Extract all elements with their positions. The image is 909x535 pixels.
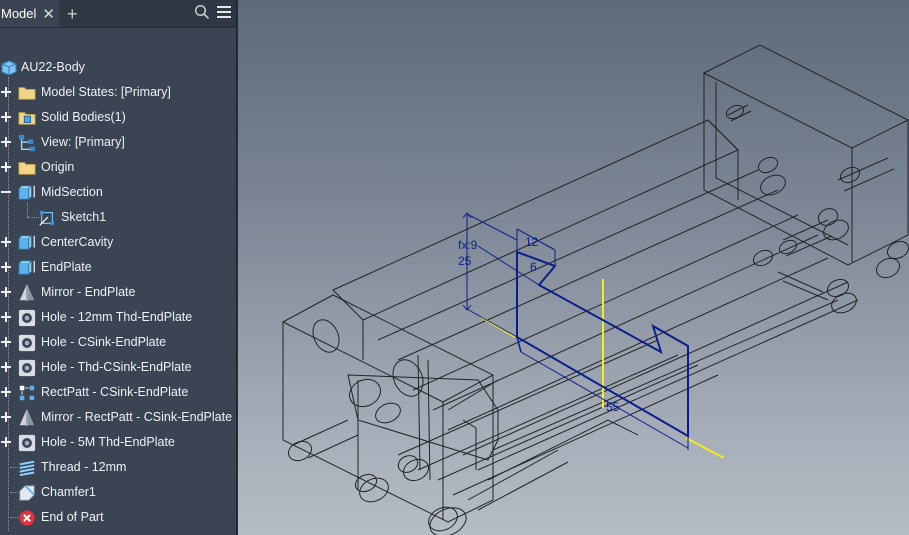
tree-item-label: CenterCavity [41, 235, 114, 249]
thread-icon [19, 460, 35, 477]
mirror-icon [19, 284, 35, 302]
expand-icon[interactable] [0, 336, 12, 348]
rect-pattern-icon [19, 385, 35, 401]
expand-icon[interactable] [0, 311, 12, 323]
tree-item-midsection[interactable]: MidSection [0, 180, 236, 205]
expand-icon[interactable] [0, 261, 12, 273]
tree-item-hole-csink[interactable]: Hole - CSink-EndPlate [0, 330, 236, 355]
tree-item-hole-5m[interactable]: Hole - 5M Thd-EndPlate [0, 430, 236, 455]
tree-item-label: Mirror - RectPatt - CSink-EndPlate [41, 410, 233, 424]
expand-icon[interactable] [0, 361, 12, 373]
tree-item-origin[interactable]: Origin [0, 155, 236, 180]
expand-icon[interactable] [0, 236, 12, 248]
tree-item-sketch1[interactable]: Sketch1 [0, 205, 236, 230]
dim-25[interactable]: 25 [458, 254, 472, 268]
tree-item-label: Hole - 5M Thd-EndPlate [41, 435, 175, 449]
tree-item-label: Hole - Thd-CSink-EndPlate [41, 360, 192, 374]
extrude-icon [18, 260, 35, 276]
tab-model[interactable]: Model ✕ [0, 0, 59, 27]
view-rep-icon [18, 134, 36, 152]
expand-icon[interactable] [0, 86, 12, 98]
expand-icon[interactable] [0, 136, 12, 148]
expand-icon[interactable] [0, 436, 12, 448]
tree-item-model-states[interactable]: Model States: [Primary] [0, 80, 236, 105]
close-icon[interactable]: ✕ [42, 5, 55, 23]
dim-12[interactable]: 12 [525, 235, 539, 249]
hole-icon [18, 334, 36, 352]
folder-icon [18, 162, 36, 175]
tree-item-label: Model States: [Primary] [41, 85, 171, 99]
tree-item-label: Chamfer1 [41, 485, 96, 499]
tree-item-label: Solid Bodies(1) [41, 110, 126, 124]
dim-6[interactable]: 6 [530, 260, 537, 274]
collapse-icon[interactable] [0, 186, 12, 198]
folder-icon [18, 87, 36, 100]
browser-tab-bar: Model ✕ + [0, 0, 236, 28]
tree-item-label: Mirror - EndPlate [41, 285, 136, 299]
tree-item-label: Origin [41, 160, 75, 174]
dim-fx9[interactable]: fx:9 [458, 238, 478, 252]
extrude-icon [18, 235, 35, 251]
expand-icon[interactable] [0, 286, 12, 298]
expand-icon[interactable] [0, 161, 12, 173]
model-wireframe: 12 fx:9 25 6 55 [282, 44, 909, 535]
hole-icon [18, 309, 36, 327]
hole-icon [18, 359, 36, 377]
root-label: AU22-Body [21, 60, 85, 74]
tree-item-endplate[interactable]: EndPlate [0, 255, 236, 280]
tree-item-label: EndPlate [41, 260, 92, 274]
graphics-viewport[interactable]: 12 fx:9 25 6 55 [238, 0, 909, 535]
tree-item-label: Hole - CSink-EndPlate [41, 335, 167, 349]
wireframe-body [282, 44, 909, 535]
tree-item-centercavity[interactable]: CenterCavity [0, 230, 236, 255]
tree-item-hole-12mm[interactable]: Hole - 12mm Thd-EndPlate [0, 305, 236, 330]
part-icon [1, 60, 17, 76]
tree-item-chamfer1[interactable]: Chamfer1 [0, 480, 236, 505]
expand-icon[interactable] [0, 386, 12, 398]
tab-label: Model [1, 6, 37, 21]
tree-item-label: Thread - 12mm [41, 460, 127, 474]
tree-item-end-of-part[interactable]: End of Part [0, 505, 236, 530]
search-icon[interactable] [194, 4, 210, 20]
dim-55[interactable]: 55 [606, 400, 620, 414]
tree-item-label: Sketch1 [61, 210, 107, 224]
model-browser: Model ✕ + AU22-Body Model States: [Prima… [0, 0, 237, 535]
tree-root-part[interactable]: AU22-Body [0, 55, 236, 80]
tree-item-label: MidSection [41, 185, 103, 199]
tree-item-label: View: [Primary] [41, 135, 125, 149]
tree-item-label: End of Part [41, 510, 104, 524]
tree-item-thread[interactable]: Thread - 12mm [0, 455, 236, 480]
mirror-icon [19, 409, 35, 427]
tree-item-label: RectPatt - CSink-EndPlate [41, 385, 189, 399]
tree-item-view-primary[interactable]: View: [Primary] [0, 130, 236, 155]
end-of-part-icon [19, 510, 35, 526]
expand-icon[interactable] [0, 111, 12, 123]
tree-item-hole-thd-csink[interactable]: Hole - Thd-CSink-EndPlate [0, 355, 236, 380]
add-tab-button[interactable]: + [67, 5, 78, 23]
solid-bodies-folder-icon [18, 112, 36, 125]
extrude-icon [18, 185, 35, 201]
tree-item-mirror-endplate[interactable]: Mirror - EndPlate [0, 280, 236, 305]
sketch-icon [39, 210, 55, 226]
chamfer-icon [19, 485, 35, 501]
tree-item-label: Hole - 12mm Thd-EndPlate [41, 310, 193, 324]
hole-icon [18, 434, 36, 452]
tree-item-rectpatt[interactable]: RectPatt - CSink-EndPlate [0, 380, 236, 405]
menu-icon[interactable] [216, 4, 232, 20]
tree-item-solid-bodies[interactable]: Solid Bodies(1) [0, 105, 236, 130]
expand-icon[interactable] [0, 411, 12, 423]
tree-item-mirror-rectpatt[interactable]: Mirror - RectPatt - CSink-EndPlate [0, 405, 236, 430]
